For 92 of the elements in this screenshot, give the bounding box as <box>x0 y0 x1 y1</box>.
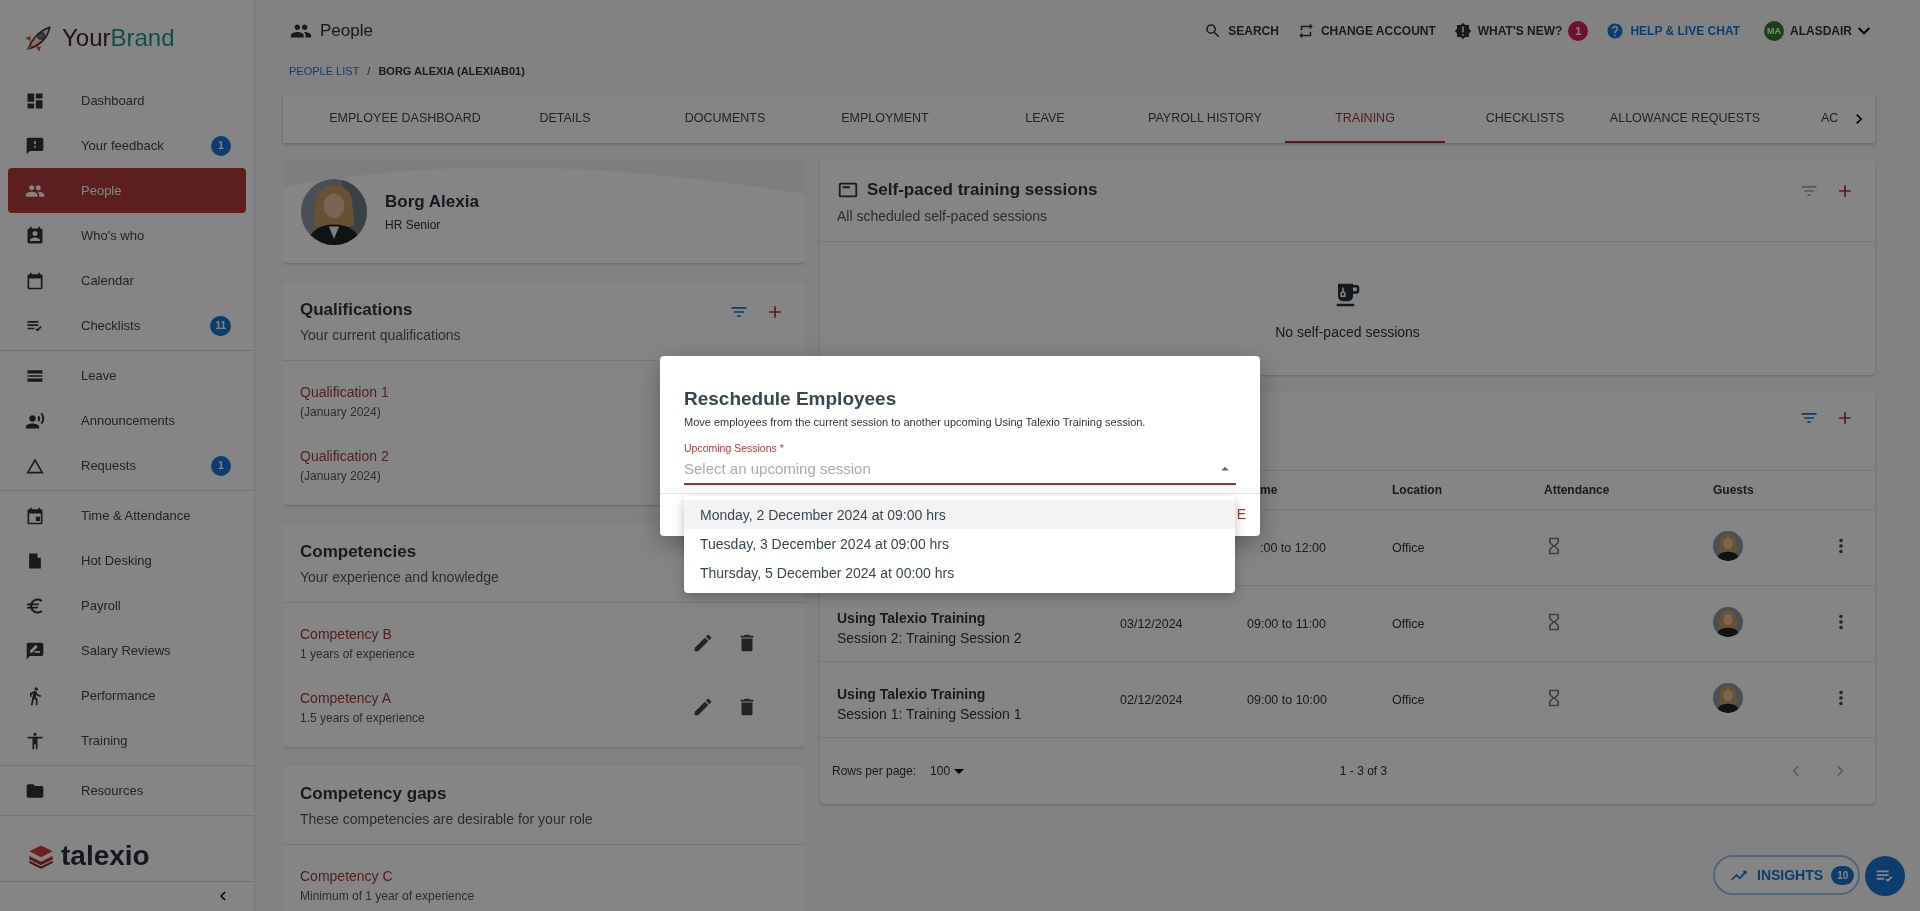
page-title: People <box>320 20 373 41</box>
employee-role: HR Senior <box>385 217 442 232</box>
table-cell: 03/12/2024 <box>1120 616 1183 631</box>
tab[interactable]: TRAINING <box>1285 95 1445 143</box>
tab[interactable]: ALLOWANCE REQUESTS <box>1605 95 1765 143</box>
count-badge: 1 <box>211 455 231 476</box>
tab[interactable]: LEAVE <box>965 95 1125 143</box>
header-action[interactable]: SEARCH <box>1204 21 1279 40</box>
sidebar-item[interactable]: Performance <box>8 673 246 719</box>
tab[interactable]: DOCUMENTS <box>645 95 805 143</box>
sidebar-item[interactable]: Leave <box>8 353 246 399</box>
brand-logo: YourBrand <box>62 24 175 52</box>
sidebar-item[interactable]: Announcements <box>8 398 246 444</box>
sidebar-item[interactable]: Calendar <box>8 258 246 304</box>
sidebar-item[interactable]: Time & Attendance <box>8 493 246 539</box>
column-header: Guests <box>1713 483 1755 497</box>
page-range: 1 - 3 of 3 <box>1339 764 1388 778</box>
sidebar-item[interactable]: Training <box>8 718 246 764</box>
card-title: Qualifications <box>300 300 413 320</box>
footer-logo: talexio <box>61 840 150 873</box>
session-detail: Session 1: Training Session 1 <box>837 705 1022 722</box>
qualification-link[interactable]: Qualification 1 <box>300 383 389 400</box>
card-title: Competencies <box>300 542 417 562</box>
count-badge: 1 <box>1568 20 1589 41</box>
header-action[interactable]: WHAT'S NEW? 1 <box>1453 20 1589 41</box>
sidebar-item[interactable]: Checklists 11 <box>8 303 246 349</box>
dialog-title: Reschedule Employees <box>684 388 898 410</box>
session-name: Using Talexio Training <box>837 685 986 702</box>
empty-message: No self-paced sessions <box>1275 324 1420 340</box>
dialog-button[interactable]: E <box>1236 506 1246 522</box>
tab[interactable]: EMPLOYMENT <box>805 95 965 143</box>
breadcrumb-separator: / <box>367 65 371 77</box>
competency-link[interactable]: Competency C <box>300 867 393 884</box>
table-cell: :00 to 12:00 <box>1260 540 1327 555</box>
tab[interactable]: PAYROLL HISTORY <box>1125 95 1285 143</box>
qualification-link[interactable]: Qualification 2 <box>300 447 389 464</box>
insights-button[interactable]: INSIGHTS 10 <box>1713 855 1861 895</box>
competency-link[interactable]: Competency A <box>300 689 392 706</box>
rows-per-page-label: Rows per page: <box>832 764 917 778</box>
tab[interactable]: AC <box>1765 95 1839 143</box>
session-detail: Session 2: Training Session 2 <box>837 629 1022 646</box>
session-name: Using Talexio Training <box>837 609 986 626</box>
competency-detail: 1 years of experience <box>300 646 415 661</box>
column-header: Location <box>1392 483 1443 497</box>
competency-detail: Minimum of 1 year of experience <box>300 888 475 903</box>
card-subtitle: These competencies are desirable for your role <box>300 811 593 827</box>
dropdown-option[interactable]: Tuesday, 3 December 2024 at 09:00 hrs <box>684 529 1235 558</box>
card-subtitle: Your experience and knowledge <box>300 569 499 585</box>
competency-link[interactable]: Competency B <box>300 625 392 642</box>
competency-detail: 1.5 years of experience <box>300 710 425 725</box>
card-subtitle: All scheduled self-paced sessions <box>837 208 1048 224</box>
sidebar-item[interactable]: Dashboard <box>8 78 246 124</box>
table-cell: 09:00 to 10:00 <box>1247 692 1327 707</box>
tab[interactable]: EMPLOYEE DASHBOARD <box>325 95 485 143</box>
user-avatar: MA <box>1764 20 1784 41</box>
breadcrumb-current: BORG ALEXIA (ALEXIAB01) <box>378 65 525 77</box>
sidebar-item[interactable]: Your feedback 1 <box>8 123 246 169</box>
sidebar-item[interactable]: Payroll <box>8 583 246 629</box>
sidebar-item[interactable]: Salary Reviews <box>8 628 246 674</box>
sidebar-item[interactable]: People <box>8 168 246 214</box>
dropdown-option[interactable]: Thursday, 5 December 2024 at 00:00 hrs <box>684 558 1235 587</box>
card-title: Competency gaps <box>300 784 447 804</box>
dropdown-option[interactable]: Monday, 2 December 2024 at 09:00 hrs <box>684 500 1235 529</box>
header-action[interactable]: CHANGE ACCOUNT <box>1296 21 1436 40</box>
dialog-description: Move employees from the current session to another upcoming Using Talexio Training session. <box>684 416 1147 428</box>
qualification-date: (January 2024) <box>300 468 381 483</box>
column-header: me <box>1259 483 1279 497</box>
card-subtitle: Your current qualifications <box>300 327 461 343</box>
breadcrumb-link[interactable]: PEOPLE LIST <box>289 65 360 77</box>
user-menu[interactable]: MA ALASDAIR <box>1764 20 1870 41</box>
column-header: Attendance <box>1544 483 1611 497</box>
field-label: Upcoming Sessions * <box>684 442 785 454</box>
employee-name: Borg Alexia <box>385 191 479 212</box>
table-cell: Office <box>1392 692 1425 707</box>
table-cell: Office <box>1392 540 1425 555</box>
table-cell: Office <box>1392 616 1425 631</box>
sidebar-item[interactable]: Resources <box>8 768 246 814</box>
sidebar-item[interactable]: Who's who <box>8 213 246 259</box>
rows-per-page-select[interactable]: 100 <box>930 764 965 778</box>
card-title: Self-paced training sessions <box>867 180 1098 200</box>
tab[interactable]: CHECKLISTS <box>1445 95 1605 143</box>
session-select-field[interactable]: Select an upcoming session <box>684 454 1236 485</box>
table-cell: 02/12/2024 <box>1120 692 1183 707</box>
qualification-date: (January 2024) <box>300 404 381 419</box>
table-cell: 09:00 to 11:00 <box>1247 616 1326 631</box>
count-badge: 11 <box>210 315 231 336</box>
count-badge: 10 <box>1831 865 1855 885</box>
count-badge: 1 <box>211 135 231 156</box>
header-action[interactable]: HELP & LIVE CHAT <box>1606 21 1740 40</box>
sidebar-item[interactable]: Requests 1 <box>8 443 246 489</box>
tab[interactable]: DETAILS <box>485 95 645 143</box>
sidebar-item[interactable]: Hot Desking <box>8 538 246 584</box>
